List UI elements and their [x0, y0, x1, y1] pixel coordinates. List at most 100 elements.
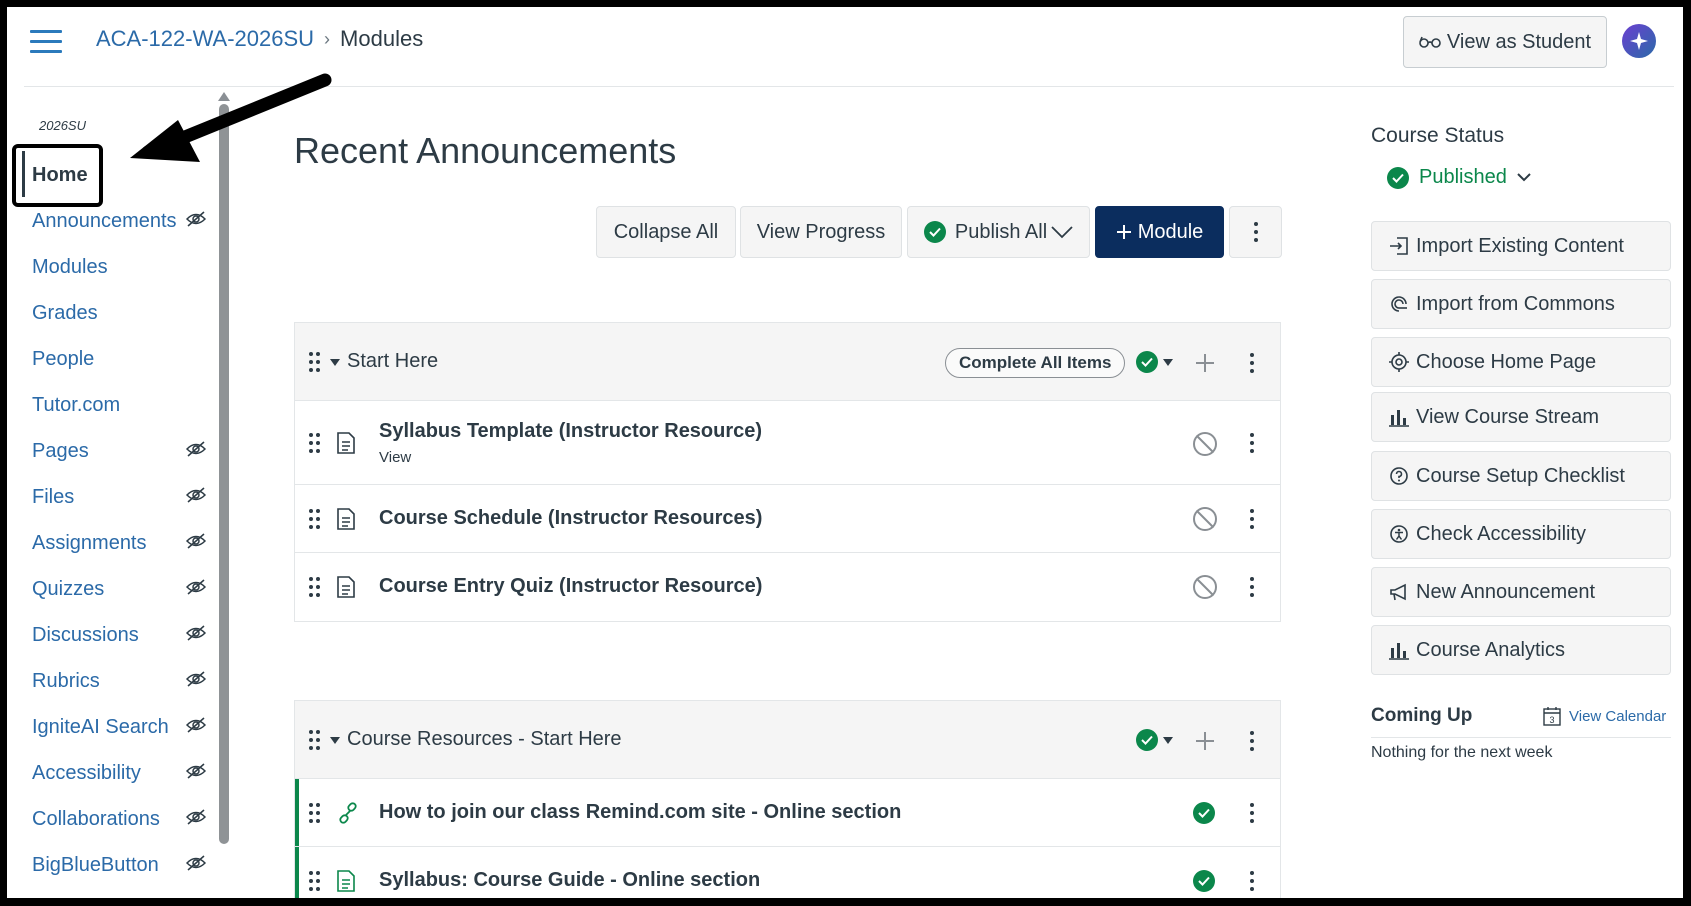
- view-calendar-label: View Calendar: [1569, 707, 1667, 725]
- hamburger-menu-icon[interactable]: [30, 30, 62, 54]
- published-check-icon[interactable]: [1136, 351, 1158, 373]
- published-check-icon[interactable]: [1193, 802, 1215, 824]
- nav-item-bigbluebutton[interactable]: BigBlueButton: [12, 845, 212, 885]
- more-options-button[interactable]: [1229, 206, 1282, 258]
- nav-item-label: Collaborations: [32, 807, 160, 830]
- import-from-commons-button[interactable]: Import from Commons: [1371, 279, 1671, 329]
- document-icon: [337, 870, 355, 892]
- collapse-caret-icon[interactable]: [330, 737, 340, 744]
- eye-slash-icon: [185, 670, 207, 692]
- eye-slash-icon: [185, 486, 207, 508]
- module-item[interactable]: Syllabus: Course Guide - Online section: [295, 847, 1280, 906]
- module-header[interactable]: Course Resources - Start Here: [295, 701, 1280, 779]
- item-kebab-icon[interactable]: [1249, 433, 1255, 453]
- module-item[interactable]: Syllabus Template (Instructor Resource) …: [295, 401, 1280, 485]
- item-title[interactable]: How to join our class Remind.com site - …: [379, 801, 901, 824]
- module-title: Course Resources - Start Here: [347, 728, 622, 750]
- import-existing-content-button[interactable]: Import Existing Content: [1371, 221, 1671, 271]
- view-progress-label: View Progress: [756, 220, 886, 243]
- import-existing-content-label: Import Existing Content: [1416, 234, 1624, 257]
- nav-item-label: IgniteAI Search: [32, 715, 169, 738]
- item-title[interactable]: Syllabus Template (Instructor Resource): [379, 420, 762, 443]
- nav-item-discussions[interactable]: Discussions: [12, 615, 212, 655]
- publish-menu-caret-icon[interactable]: [1163, 737, 1173, 744]
- document-icon: [337, 576, 355, 598]
- course-analytics-button[interactable]: Course Analytics: [1371, 625, 1671, 675]
- view-calendar-link[interactable]: 3 View Calendar: [1543, 706, 1666, 726]
- add-module-label: Module: [1137, 220, 1204, 243]
- nav-item-assignments[interactable]: Assignments: [12, 523, 212, 563]
- drag-handle-icon[interactable]: [309, 433, 321, 453]
- nav-item-label: Announcements: [32, 209, 177, 232]
- view-progress-button[interactable]: View Progress: [740, 206, 902, 258]
- drag-handle-icon[interactable]: [309, 352, 321, 372]
- drag-handle-icon[interactable]: [309, 803, 321, 823]
- nav-item-rubrics[interactable]: Rubrics: [12, 661, 212, 701]
- course-setup-checklist-button[interactable]: Course Setup Checklist: [1371, 451, 1671, 501]
- nav-item-pages[interactable]: Pages: [12, 431, 212, 471]
- eye-slash-icon: [185, 578, 207, 600]
- module-kebab-icon[interactable]: [1249, 731, 1255, 751]
- item-title[interactable]: Course Schedule (Instructor Resources): [379, 507, 762, 530]
- eye-slash-icon: [185, 808, 207, 830]
- check-accessibility-label: Check Accessibility: [1416, 522, 1587, 545]
- add-item-icon[interactable]: [1196, 354, 1214, 372]
- course-status-dropdown[interactable]: Published: [1387, 166, 1531, 189]
- breadcrumb-course-link[interactable]: ACA-122-WA-2026SU: [96, 26, 314, 52]
- module-item[interactable]: Course Entry Quiz (Instructor Resource): [295, 553, 1280, 621]
- nav-item-tutor-com[interactable]: Tutor.com: [12, 385, 212, 425]
- glasses-icon: [1419, 36, 1441, 48]
- nav-item-igniteai-search[interactable]: IgniteAI Search: [12, 707, 212, 747]
- item-kebab-icon[interactable]: [1249, 577, 1255, 597]
- nav-item-label: Modules: [32, 255, 108, 278]
- add-item-icon[interactable]: [1196, 732, 1214, 750]
- item-kebab-icon[interactable]: [1249, 803, 1255, 823]
- collapse-caret-icon[interactable]: [330, 359, 340, 366]
- new-announcement-button[interactable]: New Announcement: [1371, 567, 1671, 617]
- item-kebab-icon[interactable]: [1249, 871, 1255, 891]
- bar-chart-icon: [1388, 639, 1410, 661]
- eye-slash-icon: [185, 624, 207, 646]
- nav-item-grades[interactable]: Grades: [12, 293, 212, 333]
- view-as-student-button[interactable]: View as Student: [1403, 16, 1607, 68]
- module-item[interactable]: How to join our class Remind.com site - …: [295, 779, 1280, 847]
- choose-home-page-button[interactable]: Choose Home Page: [1371, 337, 1671, 387]
- nav-scrollbar[interactable]: [219, 104, 229, 844]
- kebab-menu-icon: [1253, 222, 1259, 242]
- publish-menu-caret-icon[interactable]: [1163, 359, 1173, 366]
- module-header[interactable]: Start Here Complete All Items: [295, 323, 1280, 401]
- import-icon: [1388, 235, 1410, 257]
- nav-item-accessibility[interactable]: Accessibility: [12, 753, 212, 793]
- collapse-all-button[interactable]: Collapse All: [596, 206, 736, 258]
- drag-handle-icon[interactable]: [309, 871, 321, 891]
- nav-item-label: Quizzes: [32, 577, 105, 600]
- view-course-stream-button[interactable]: View Course Stream: [1371, 392, 1671, 442]
- item-title[interactable]: Syllabus: Course Guide - Online section: [379, 869, 760, 892]
- drag-handle-icon[interactable]: [309, 577, 321, 597]
- ai-assistant-button[interactable]: [1622, 24, 1656, 58]
- publish-all-button[interactable]: Publish All: [907, 206, 1090, 258]
- nav-item-modules[interactable]: Modules: [12, 247, 212, 287]
- calendar-day-number: 3: [1549, 715, 1554, 725]
- nav-item-collaborations[interactable]: Collaborations: [12, 799, 212, 839]
- module-kebab-icon[interactable]: [1249, 353, 1255, 373]
- check-circle-icon: [1387, 166, 1409, 189]
- coming-up-empty-text: Nothing for the next week: [1371, 744, 1553, 761]
- module-item[interactable]: Course Schedule (Instructor Resources): [295, 485, 1280, 553]
- drag-handle-icon[interactable]: [309, 509, 321, 529]
- unpublished-icon[interactable]: [1193, 575, 1217, 599]
- nav-item-quizzes[interactable]: Quizzes: [12, 569, 212, 609]
- unpublished-icon[interactable]: [1193, 432, 1217, 456]
- unpublished-icon[interactable]: [1193, 507, 1217, 531]
- published-check-icon[interactable]: [1193, 870, 1215, 892]
- check-accessibility-button[interactable]: Check Accessibility: [1371, 509, 1671, 559]
- item-title[interactable]: Course Entry Quiz (Instructor Resource): [379, 575, 762, 598]
- drag-handle-icon[interactable]: [309, 730, 321, 750]
- publish-all-label: Publish All: [954, 220, 1048, 243]
- published-check-icon[interactable]: [1136, 729, 1158, 751]
- item-kebab-icon[interactable]: [1249, 509, 1255, 529]
- add-module-button[interactable]: Module: [1095, 206, 1224, 258]
- nav-item-announcements[interactable]: Announcements: [12, 201, 212, 241]
- nav-item-files[interactable]: Files: [12, 477, 212, 517]
- nav-item-people[interactable]: People: [12, 339, 212, 379]
